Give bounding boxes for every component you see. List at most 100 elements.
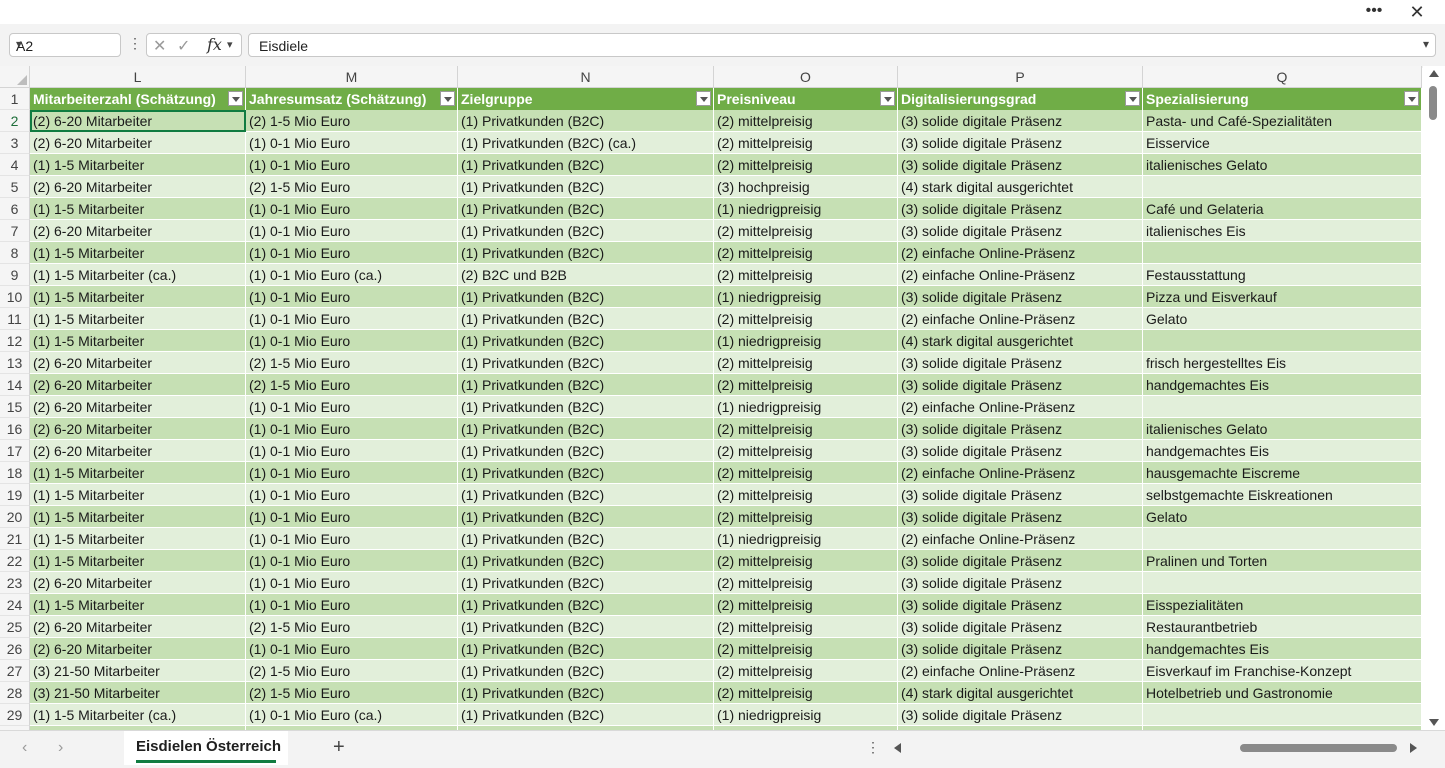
- scroll-left-icon[interactable]: [894, 743, 901, 753]
- add-sheet-icon[interactable]: +: [333, 736, 345, 759]
- cell-n[interactable]: (1) Privatkunden (B2C): [458, 220, 714, 241]
- chevron-left-icon[interactable]: ‹: [22, 739, 27, 757]
- cell-q[interactable]: hausgemachte Eiscreme: [1143, 462, 1422, 483]
- cell-q[interactable]: frisch hergestelltes Eis: [1143, 352, 1422, 373]
- cell-m[interactable]: (1) 0-1 Mio Euro: [246, 308, 458, 329]
- cell-m[interactable]: (1) 0-1 Mio Euro: [246, 418, 458, 439]
- cell-l[interactable]: (2) 6-20 Mitarbeiter: [30, 418, 246, 439]
- cell-l[interactable]: (2) 6-20 Mitarbeiter: [30, 110, 246, 131]
- cell-l[interactable]: (1) 1-5 Mitarbeiter: [30, 198, 246, 219]
- cell-o[interactable]: (2) mittelpreisig: [714, 242, 898, 263]
- cell-q[interactable]: selbstgemachte Eiskreationen: [1143, 484, 1422, 505]
- expand-formula-icon[interactable]: ▾: [1423, 37, 1429, 51]
- cell-p[interactable]: (3) solide digitale Präsenz: [898, 198, 1143, 219]
- cell-o[interactable]: (2) mittelpreisig: [714, 594, 898, 615]
- row-header[interactable]: 9: [0, 264, 30, 286]
- cell-n[interactable]: (1) Privatkunden (B2C): [458, 682, 714, 703]
- row-header[interactable]: 14: [0, 374, 30, 396]
- row-header[interactable]: 22: [0, 550, 30, 572]
- cell-m[interactable]: (1) 0-1 Mio Euro: [246, 484, 458, 505]
- row-header[interactable]: 3: [0, 132, 30, 154]
- cell-n[interactable]: (1) Privatkunden (B2C): [458, 242, 714, 263]
- row-header[interactable]: 25: [0, 616, 30, 638]
- table-header-cell[interactable]: Zielgruppe: [458, 88, 714, 110]
- cell-n[interactable]: (1) Privatkunden (B2C): [458, 418, 714, 439]
- cell-n[interactable]: (1) Privatkunden (B2C): [458, 660, 714, 681]
- cell-p[interactable]: (3) solide digitale Präsenz: [898, 110, 1143, 131]
- filter-dropdown-icon[interactable]: [1125, 91, 1140, 106]
- cell-n[interactable]: (1) Privatkunden (B2C): [458, 704, 714, 725]
- table-header-cell[interactable]: Preisniveau: [714, 88, 898, 110]
- cell-o[interactable]: (1) niedrigpreisig: [714, 704, 898, 725]
- cell-p[interactable]: (3) solide digitale Präsenz: [898, 550, 1143, 571]
- cell-q[interactable]: Pizza und Eisverkauf: [1143, 286, 1422, 307]
- cell-o[interactable]: (1) niedrigpreisig: [714, 396, 898, 417]
- cell-n[interactable]: (1) Privatkunden (B2C): [458, 352, 714, 373]
- row-header[interactable]: 6: [0, 198, 30, 220]
- cell-q[interactable]: [1143, 528, 1422, 549]
- cell-q[interactable]: Hotelbetrieb und Gastronomie: [1143, 682, 1422, 703]
- cell-o[interactable]: (2) mittelpreisig: [714, 682, 898, 703]
- cell-p[interactable]: (2) einfache Online-Präsenz: [898, 396, 1143, 417]
- cell-l[interactable]: (1) 1-5 Mitarbeiter: [30, 484, 246, 505]
- cell-n[interactable]: (1) Privatkunden (B2C): [458, 286, 714, 307]
- cell-q[interactable]: [1143, 330, 1422, 351]
- row-header[interactable]: 16: [0, 418, 30, 440]
- row-header[interactable]: 17: [0, 440, 30, 462]
- cell-l[interactable]: (2) 6-20 Mitarbeiter: [30, 220, 246, 241]
- row-header[interactable]: 5: [0, 176, 30, 198]
- select-all-corner[interactable]: [0, 66, 30, 88]
- cell-n[interactable]: (1) Privatkunden (B2C): [458, 594, 714, 615]
- cell-m[interactable]: (1) 0-1 Mio Euro: [246, 594, 458, 615]
- row-header[interactable]: 20: [0, 506, 30, 528]
- cell-q[interactable]: italienisches Gelato: [1143, 154, 1422, 175]
- cell-n[interactable]: (1) Privatkunden (B2C): [458, 484, 714, 505]
- cell-q[interactable]: Festausstattung: [1143, 264, 1422, 285]
- row-header[interactable]: 21: [0, 528, 30, 550]
- cell-p[interactable]: (2) einfache Online-Präsenz: [898, 264, 1143, 285]
- row-header[interactable]: 4: [0, 154, 30, 176]
- cell-m[interactable]: (2) 1-5 Mio Euro: [246, 616, 458, 637]
- cell-o[interactable]: (2) mittelpreisig: [714, 506, 898, 527]
- cell-m[interactable]: (2) 1-5 Mio Euro: [246, 176, 458, 197]
- cell-l[interactable]: (1) 1-5 Mitarbeiter: [30, 462, 246, 483]
- filter-dropdown-icon[interactable]: [696, 91, 711, 106]
- cell-p[interactable]: (3) solide digitale Präsenz: [898, 572, 1143, 593]
- cell-p[interactable]: (4) stark digital ausgerichtet: [898, 330, 1143, 351]
- cell-q[interactable]: [1143, 242, 1422, 263]
- cell-p[interactable]: (4) stark digital ausgerichtet: [898, 176, 1143, 197]
- cell-o[interactable]: (1) niedrigpreisig: [714, 198, 898, 219]
- cell-m[interactable]: (1) 0-1 Mio Euro: [246, 132, 458, 153]
- cell-l[interactable]: (1) 1-5 Mitarbeiter: [30, 242, 246, 263]
- cell-o[interactable]: (2) mittelpreisig: [714, 418, 898, 439]
- cell-o[interactable]: (2) mittelpreisig: [714, 550, 898, 571]
- cell-l[interactable]: (2) 6-20 Mitarbeiter: [30, 638, 246, 659]
- chevron-down-icon[interactable]: ▾: [227, 38, 233, 51]
- cell-l[interactable]: (1) 1-5 Mitarbeiter (ca.): [30, 704, 246, 725]
- cell-m[interactable]: (1) 0-1 Mio Euro: [246, 638, 458, 659]
- row-header[interactable]: 23: [0, 572, 30, 594]
- cell-m[interactable]: (1) 0-1 Mio Euro: [246, 506, 458, 527]
- cell-l[interactable]: (2) 6-20 Mitarbeiter: [30, 132, 246, 153]
- cell-l[interactable]: (1) 1-5 Mitarbeiter: [30, 154, 246, 175]
- cell-n[interactable]: (1) Privatkunden (B2C): [458, 374, 714, 395]
- cell-l[interactable]: (2) 6-20 Mitarbeiter: [30, 572, 246, 593]
- filter-dropdown-icon[interactable]: [440, 91, 455, 106]
- chevron-down-icon[interactable]: ▾: [16, 37, 114, 51]
- scroll-up-icon[interactable]: [1429, 70, 1439, 77]
- cell-n[interactable]: (2) B2C und B2B: [458, 264, 714, 285]
- cell-o[interactable]: (2) mittelpreisig: [714, 154, 898, 175]
- row-header[interactable]: 29: [0, 704, 30, 726]
- name-box[interactable]: A2 ▾: [9, 33, 121, 57]
- table-header-cell[interactable]: Mitarbeiterzahl (Schätzung): [30, 88, 246, 110]
- cell-n[interactable]: (1) Privatkunden (B2C): [458, 572, 714, 593]
- cell-p[interactable]: (3) solide digitale Präsenz: [898, 132, 1143, 153]
- cell-p[interactable]: (2) einfache Online-Präsenz: [898, 308, 1143, 329]
- row-header[interactable]: 2: [0, 110, 30, 132]
- cell-n[interactable]: (1) Privatkunden (B2C): [458, 198, 714, 219]
- scroll-right-icon[interactable]: [1410, 743, 1417, 753]
- cell-p[interactable]: (3) solide digitale Präsenz: [898, 418, 1143, 439]
- cell-p[interactable]: (2) einfache Online-Präsenz: [898, 242, 1143, 263]
- row-header[interactable]: 19: [0, 484, 30, 506]
- cell-q[interactable]: Gelato: [1143, 308, 1422, 329]
